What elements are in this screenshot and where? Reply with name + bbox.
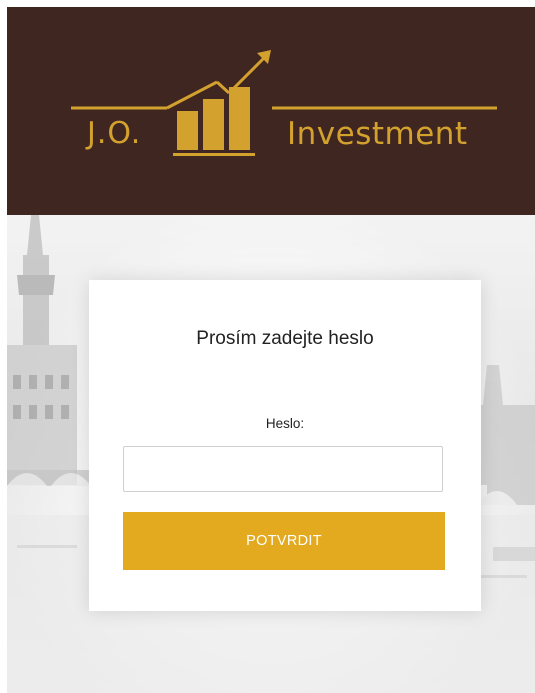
logo xyxy=(71,50,497,156)
bar-chart-arrow-icon xyxy=(166,50,271,156)
password-label: Heslo: xyxy=(265,416,305,431)
password-card: Prosím zadejte heslo Heslo: POTVRDIT xyxy=(89,280,481,611)
submit-button[interactable]: POTVRDIT xyxy=(123,512,445,570)
card-title: Prosím zadejte heslo xyxy=(196,328,374,349)
brand-name-left: J.O. xyxy=(87,116,142,151)
header-banner: J.O. Investment xyxy=(7,7,535,215)
password-input[interactable] xyxy=(123,446,443,492)
brand-name-right: Investment xyxy=(287,116,468,152)
